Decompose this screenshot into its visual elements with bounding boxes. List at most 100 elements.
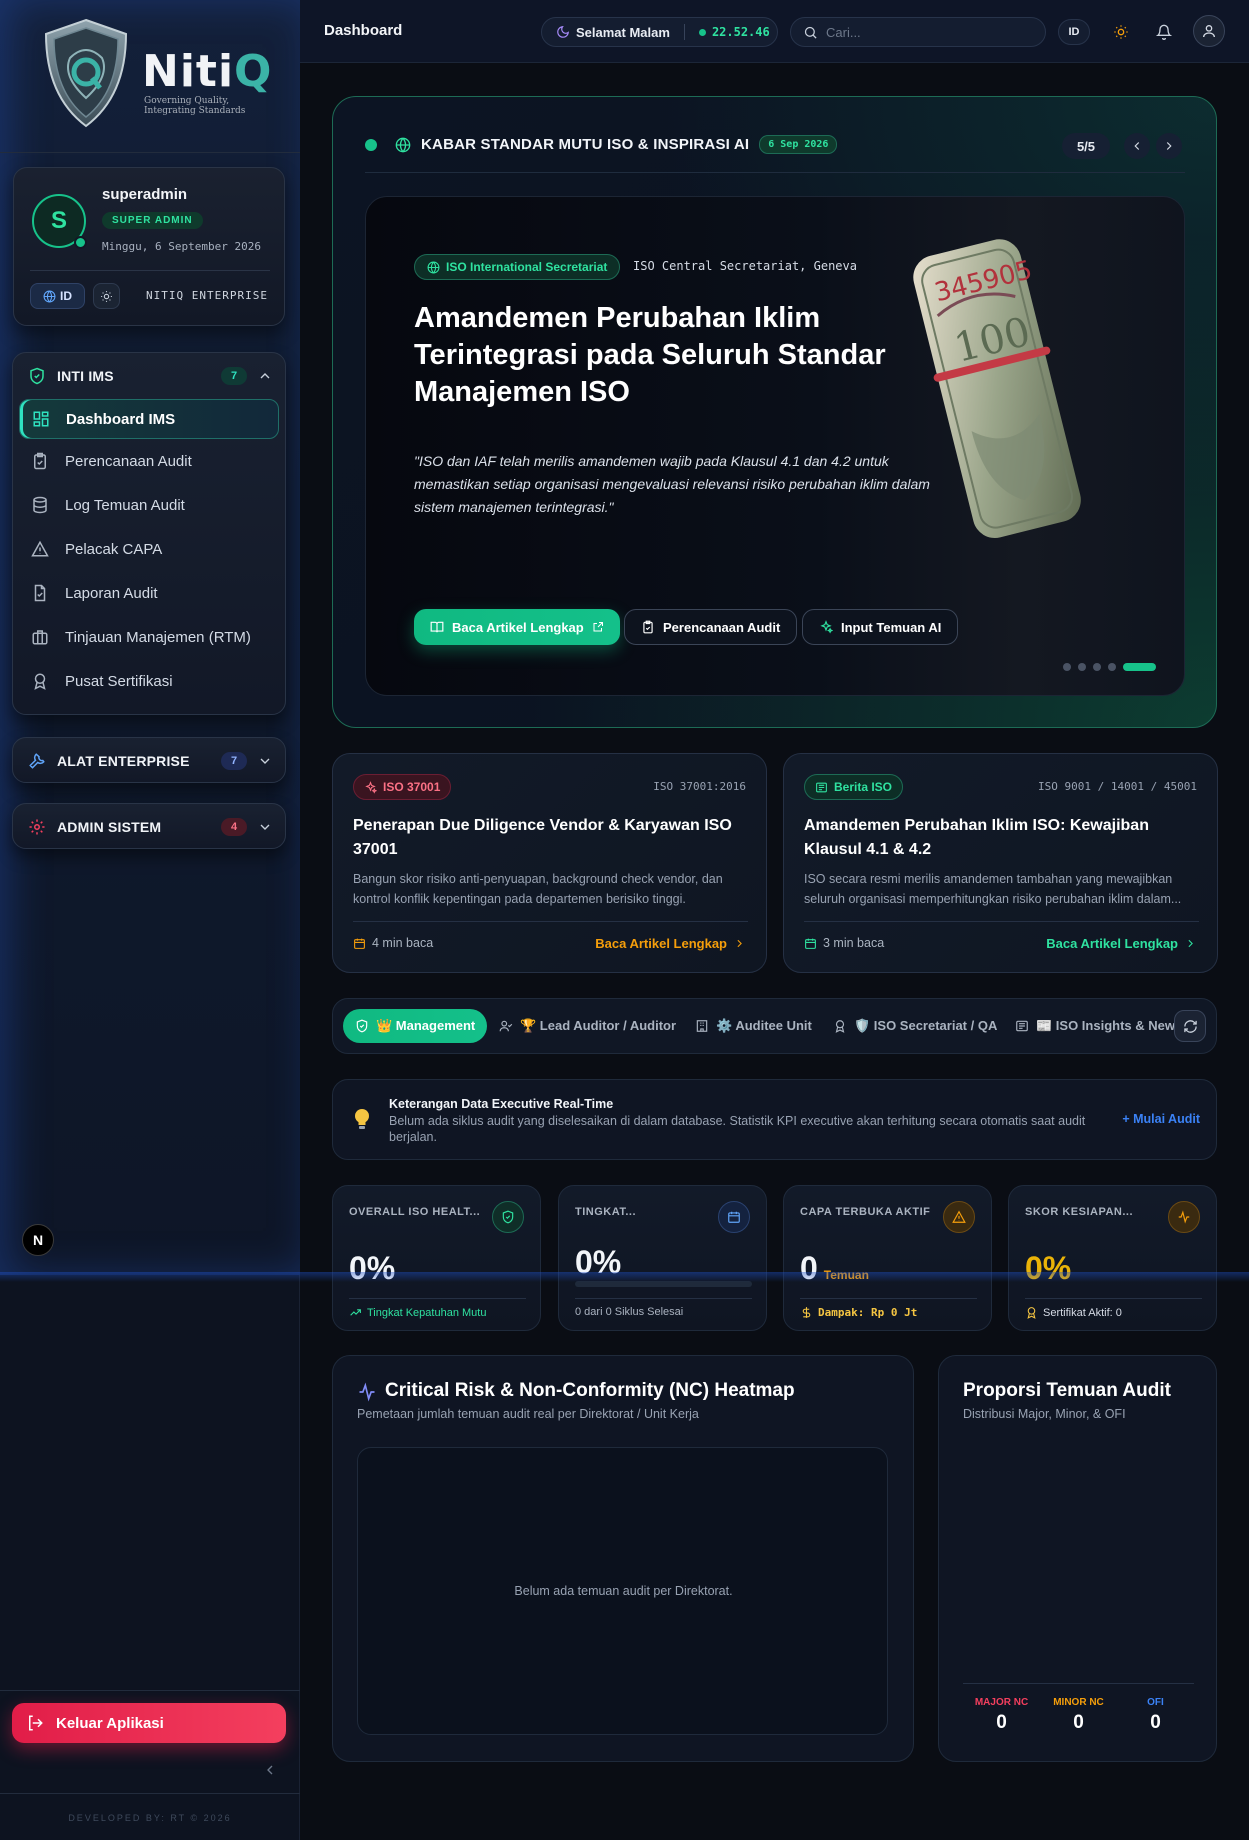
read-article-link[interactable]: Baca Artikel Lengkap — [1046, 936, 1197, 951]
tab-auditee-unit[interactable]: ⚙️ Auditee Unit — [695, 1009, 812, 1043]
carousel-slide: ISO International Secretariat ISO Centra… — [365, 196, 1185, 696]
tab-iso-secretariat[interactable]: 🛡️ ISO Secretariat / QA — [833, 1009, 997, 1043]
audit-planning-label: Perencanaan Audit — [663, 619, 781, 635]
news-standard: ISO 37001:2016 — [653, 780, 746, 793]
carousel-dot[interactable] — [1108, 663, 1116, 671]
nav-group-inti-ims: INTI IMS 7 Dashboard IMS Perencanaan Aud… — [12, 352, 286, 715]
money-roll-image: 345905 100 — [913, 239, 1081, 538]
sidebar-item-perencanaan-audit[interactable]: Perencanaan Audit — [13, 439, 285, 483]
carousel-date-badge: 6 Sep 2026 — [759, 135, 838, 154]
news-tag-label: Berita ISO — [834, 780, 893, 794]
sparkles-icon — [365, 780, 377, 794]
source-badge: ISO International Secretariat — [414, 254, 621, 280]
news-card[interactable]: Berita ISO ISO 9001 / 14001 / 45001 Aman… — [783, 753, 1218, 973]
start-audit-link[interactable]: + Mulai Audit — [1122, 1112, 1200, 1126]
sidebar-item-pusat-sertifikasi[interactable]: Pusat Sertifikasi — [13, 659, 285, 703]
greeting-clock-pill: Selamat Malam 22.52.46 — [541, 17, 778, 47]
carousel-title: KABAR STANDAR MUTU ISO & INSPIRASI AI — [421, 136, 750, 153]
divider — [365, 172, 1185, 173]
read-article-button[interactable]: Baca Artikel Lengkap — [414, 609, 620, 645]
stat-ofi: OFI 0 — [1117, 1697, 1194, 1734]
tab-iso-insights[interactable]: 📰 ISO Insights & News — [1015, 1009, 1182, 1043]
carousel-counter: 5/5 — [1062, 133, 1110, 159]
proportion-title: Proporsi Temuan Audit — [963, 1380, 1171, 1401]
brand-wordmark: NitiQ — [142, 46, 273, 97]
sidebar-item-label: Tinjauan Manajemen (RTM) — [65, 628, 251, 646]
heatmap-subtitle: Pemetaan jumlah temuan audit real per Di… — [357, 1407, 699, 1421]
top-header: Dashboard Selamat Malam 22.52.46 Cari...… — [300, 0, 1249, 63]
carousel-dot[interactable] — [1093, 663, 1101, 671]
divider — [30, 270, 270, 271]
carousel-dot-active[interactable] — [1123, 663, 1156, 671]
tab-label: 📰 ISO Insights & News — [1036, 1018, 1183, 1033]
tab-lead-auditor[interactable]: 🏆 Lead Auditor / Auditor — [499, 1009, 676, 1043]
newspaper-icon — [1016, 1020, 1028, 1032]
slide-quote: "ISO dan IAF telah merilis amandemen waj… — [414, 453, 930, 515]
carousel-pagination — [1063, 663, 1156, 671]
sidebar-item-label: Perencanaan Audit — [65, 452, 192, 470]
stat-minor-nc: MINOR NC 0 — [1040, 1697, 1117, 1734]
sidebar-item-laporan-audit[interactable]: Laporan Audit — [13, 571, 285, 615]
page-title: Dashboard — [324, 22, 403, 39]
stat-label: MINOR NC — [1053, 1697, 1104, 1708]
kpi-footer-text: Sertifikat Aktif: 0 — [1043, 1306, 1122, 1319]
logout-label: Keluar Aplikasi — [56, 1714, 164, 1732]
sidebar-item-label: Dashboard IMS — [66, 410, 176, 428]
language-toggle-button[interactable]: ID — [30, 283, 85, 309]
briefcase-icon — [29, 626, 51, 648]
refresh-button[interactable] — [1174, 1010, 1206, 1042]
globe-icon — [43, 290, 56, 302]
chevron-left-icon[interactable] — [262, 1762, 278, 1778]
notifications-button[interactable] — [1151, 19, 1177, 45]
read-time-label: 4 min baca — [372, 936, 434, 950]
info-description: Belum ada siklus audit yang diselesaikan… — [389, 1114, 1086, 1144]
clock-time: 22.52.46 — [711, 25, 770, 39]
kpi-footer: Dampak: Rp 0 Jt — [800, 1306, 917, 1319]
news-card[interactable]: ISO 37001 ISO 37001:2016 Penerapan Due D… — [332, 753, 767, 973]
theme-toggle-button[interactable] — [93, 283, 120, 309]
user-check-icon — [499, 1020, 513, 1032]
sidebar-item-pelacak-capa[interactable]: Pelacak CAPA — [13, 527, 285, 571]
sidebar-item-log-temuan-audit[interactable]: Log Temuan Audit — [13, 483, 285, 527]
nav-group-title: ADMIN SISTEM — [57, 819, 162, 835]
heatmap-title: Critical Risk & Non-Conformity (NC) Heat… — [385, 1380, 795, 1401]
calendar-icon — [805, 938, 816, 949]
nav-group-alat-enterprise: ALAT ENTERPRISE 7 — [12, 737, 286, 783]
nav-group-header[interactable]: ALAT ENTERPRISE 7 — [13, 738, 285, 784]
carousel-next-button[interactable] — [1156, 133, 1182, 159]
search-input[interactable]: Cari... — [790, 17, 1046, 47]
carousel-dot[interactable] — [1078, 663, 1086, 671]
sparkles-icon — [820, 620, 833, 634]
ai-findings-button[interactable]: Input Temuan AI — [802, 609, 959, 645]
news-title: Amandemen Perubahan Iklim ISO: Kewajiban… — [804, 817, 1149, 858]
award-icon — [835, 1020, 845, 1033]
brand-logo[interactable]: NitiQ Governing Quality, Integrating Sta… — [40, 18, 271, 133]
header-language-button[interactable]: ID — [1058, 19, 1090, 45]
dashboard-icon — [30, 408, 52, 430]
award-icon — [29, 670, 51, 692]
nav-group-header[interactable]: ADMIN SISTEM 4 — [13, 804, 285, 850]
user-menu-button[interactable] — [1193, 15, 1225, 47]
kpi-value: 0% — [575, 1244, 622, 1280]
nextjs-devtools-icon[interactable]: N — [22, 1224, 54, 1256]
carousel-dot[interactable] — [1063, 663, 1071, 671]
nav-group-header[interactable]: INTI IMS 7 — [13, 353, 285, 399]
read-time-label: 3 min baca — [823, 936, 885, 950]
language-label: ID — [60, 289, 72, 303]
kpi-footer-text: Tingkat Kepatuhan Mutu — [367, 1306, 487, 1319]
stat-major-nc: MAJOR NC 0 — [963, 1697, 1040, 1734]
sidebar-item-tinjauan-manajemen[interactable]: Tinjauan Manajemen (RTM) — [13, 615, 285, 659]
newspaper-icon — [816, 782, 827, 792]
sidebar-item-dashboard-ims[interactable]: Dashboard IMS — [19, 399, 279, 439]
tab-management[interactable]: 👑 Management — [343, 1009, 488, 1043]
read-article-link[interactable]: Baca Artikel Lengkap — [595, 936, 746, 951]
divider — [0, 1690, 300, 1691]
activity-icon — [359, 1382, 375, 1402]
theme-toggle-button[interactable] — [1108, 19, 1134, 45]
audit-planning-button[interactable]: Perencanaan Audit — [624, 609, 798, 645]
logout-button[interactable]: Keluar Aplikasi — [12, 1703, 286, 1743]
sidebar-item-label: Log Temuan Audit — [65, 496, 185, 514]
kpi-label: OVERALL ISO HEALT... — [349, 1206, 481, 1218]
carousel-prev-button[interactable] — [1124, 133, 1150, 159]
calendar-icon — [718, 1201, 750, 1233]
